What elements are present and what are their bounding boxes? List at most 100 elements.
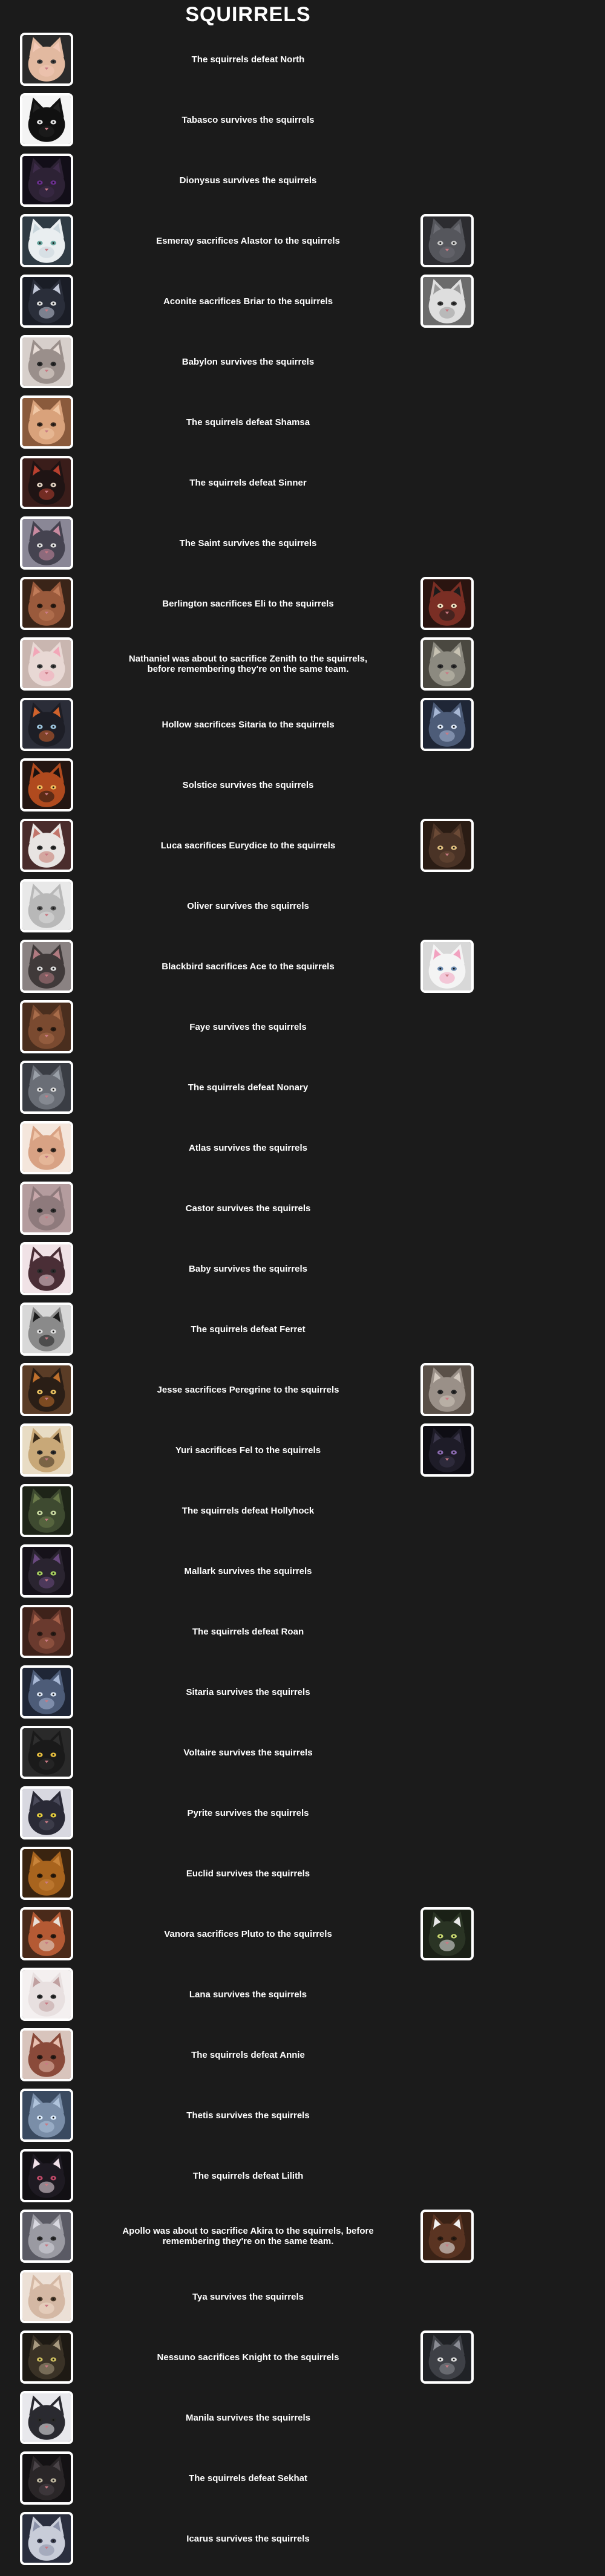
event-row: Faye survives the squirrels (0, 997, 605, 1057)
portrait-lilith (20, 2149, 73, 2202)
portrait-nonary (20, 1061, 73, 1114)
event-text: Esmeray sacrifices Alastor to the squirr… (156, 235, 340, 246)
cat-face-icon (423, 942, 471, 990)
event-row: Baby survives the squirrels (0, 1238, 605, 1299)
event-row: Manila survives the squirrels (0, 2387, 605, 2448)
cat-face-icon (22, 579, 71, 628)
portrait-the-saint (20, 516, 73, 570)
portrait-mallark (20, 1544, 73, 1598)
event-text: The squirrels defeat Hollyhock (182, 1505, 315, 1516)
portrait-zenith (420, 637, 474, 691)
portrait-tabasco (20, 93, 73, 146)
event-text: The squirrels defeat Roan (192, 1626, 304, 1637)
cat-face-icon (22, 1486, 71, 1535)
cat-face-icon (423, 1426, 471, 1474)
cat-face-icon (22, 700, 71, 749)
event-text: Manila survives the squirrels (186, 2412, 310, 2423)
event-text: Pyrite survives the squirrels (187, 1807, 309, 1818)
event-text: Luca sacrifices Eurydice to the squirrel… (160, 840, 336, 851)
portrait-ace (420, 940, 474, 993)
portrait-manila (20, 2391, 73, 2444)
event-text: Nathaniel was about to sacrifice Zenith … (128, 654, 368, 674)
cat-face-icon (423, 1365, 471, 1414)
portrait-lana (20, 1968, 73, 2021)
event-text: The squirrels defeat North (191, 54, 305, 65)
event-text: Berlington sacrifices Eli to the squirre… (162, 598, 334, 609)
event-row: Apollo was about to sacrifice Akira to t… (0, 2206, 605, 2266)
portrait-luca (20, 819, 73, 872)
portrait-peregrine (420, 1363, 474, 1416)
portrait-icarus (20, 2512, 73, 2565)
cat-face-icon (22, 398, 71, 446)
portrait-north (20, 33, 73, 86)
cat-face-icon (22, 2212, 71, 2260)
event-text: Icarus survives the squirrels (186, 2533, 310, 2544)
portrait-faye (20, 1000, 73, 1053)
cat-face-icon (22, 277, 71, 325)
cat-face-icon (423, 700, 471, 749)
portrait-atlas (20, 1121, 73, 1174)
event-row: Pyrite survives the squirrels (0, 1783, 605, 1843)
portrait-castor (20, 1182, 73, 1235)
event-text: Babylon survives the squirrels (182, 356, 315, 367)
event-text: Apollo was about to sacrifice Akira to t… (122, 2226, 374, 2246)
cat-face-icon (22, 1426, 71, 1474)
event-list: The squirrels defeat North Tabasco surviv… (0, 29, 605, 2569)
event-text: Hollow sacrifices Sitaria to the squirre… (162, 719, 335, 730)
event-row: Tabasco survives the squirrels (0, 89, 605, 150)
event-row: Esmeray sacrifices Alastor to the squirr… (0, 210, 605, 271)
cat-face-icon (22, 2514, 71, 2563)
portrait-thetis (20, 2089, 73, 2142)
cat-face-icon (22, 216, 71, 265)
cat-face-icon (22, 1365, 71, 1414)
event-row: Berlington sacrifices Eli to the squirre… (0, 573, 605, 634)
cat-face-icon (22, 35, 71, 83)
portrait-briar (420, 275, 474, 328)
event-text: The squirrels defeat Sinner (189, 477, 307, 488)
cat-face-icon (22, 1607, 71, 1656)
cat-face-icon (22, 2091, 71, 2139)
event-row: Yuri sacrifices Fel to the squirrels (0, 1420, 605, 1480)
event-row: The squirrels defeat Ferret (0, 1299, 605, 1359)
event-text: Lana survives the squirrels (189, 1989, 307, 2000)
cat-face-icon (22, 1124, 71, 1172)
cat-face-icon (22, 942, 71, 990)
portrait-sitaria (420, 698, 474, 751)
event-text: Euclid survives the squirrels (186, 1868, 310, 1879)
event-text: Sitaria survives the squirrels (186, 1686, 310, 1697)
portrait-solstice (20, 758, 73, 812)
portrait-pyrite (20, 1786, 73, 1839)
event-row: The squirrels defeat Hollyhock (0, 1480, 605, 1541)
event-row: Thetis survives the squirrels (0, 2085, 605, 2145)
portrait-blackbird (20, 940, 73, 993)
portrait-nessuno (20, 2330, 73, 2384)
portrait-akira (420, 2210, 474, 2263)
event-row: Vanora sacrifices Pluto to the squirrels (0, 1904, 605, 1964)
event-row: Icarus survives the squirrels (0, 2508, 605, 2569)
event-text: Thetis survives the squirrels (186, 2110, 310, 2121)
cat-face-icon (22, 761, 71, 809)
cat-face-icon (423, 2212, 471, 2260)
event-row: Sitaria survives the squirrels (0, 1662, 605, 1722)
cat-face-icon (22, 519, 71, 567)
event-row: The squirrels defeat Shamsa (0, 392, 605, 452)
cat-face-icon (22, 1003, 71, 1051)
cat-face-icon (423, 277, 471, 325)
cat-face-icon (423, 1910, 471, 1958)
cat-face-icon (22, 2454, 71, 2502)
event-text: The squirrels defeat Ferret (191, 1324, 306, 1335)
event-text: Yuri sacrifices Fel to the squirrels (175, 1445, 321, 1456)
event-row: The squirrels defeat Lilith (0, 2145, 605, 2206)
event-text: Baby survives the squirrels (189, 1263, 307, 1274)
portrait-nathaniel (20, 637, 73, 691)
event-row: Blackbird sacrifices Ace to the squirrel… (0, 936, 605, 997)
event-row: Nathaniel was about to sacrifice Zenith … (0, 634, 605, 694)
event-text: Castor survives the squirrels (185, 1203, 311, 1214)
event-row: The squirrels defeat Roan (0, 1601, 605, 1662)
event-text: Vanora sacrifices Pluto to the squirrels (164, 1928, 332, 1939)
cat-face-icon (22, 2393, 71, 2442)
event-text: Blackbird sacrifices Ace to the squirrel… (162, 961, 335, 972)
event-row: Babylon survives the squirrels (0, 331, 605, 392)
portrait-fel (420, 1423, 474, 1477)
cat-face-icon (22, 1728, 71, 1777)
